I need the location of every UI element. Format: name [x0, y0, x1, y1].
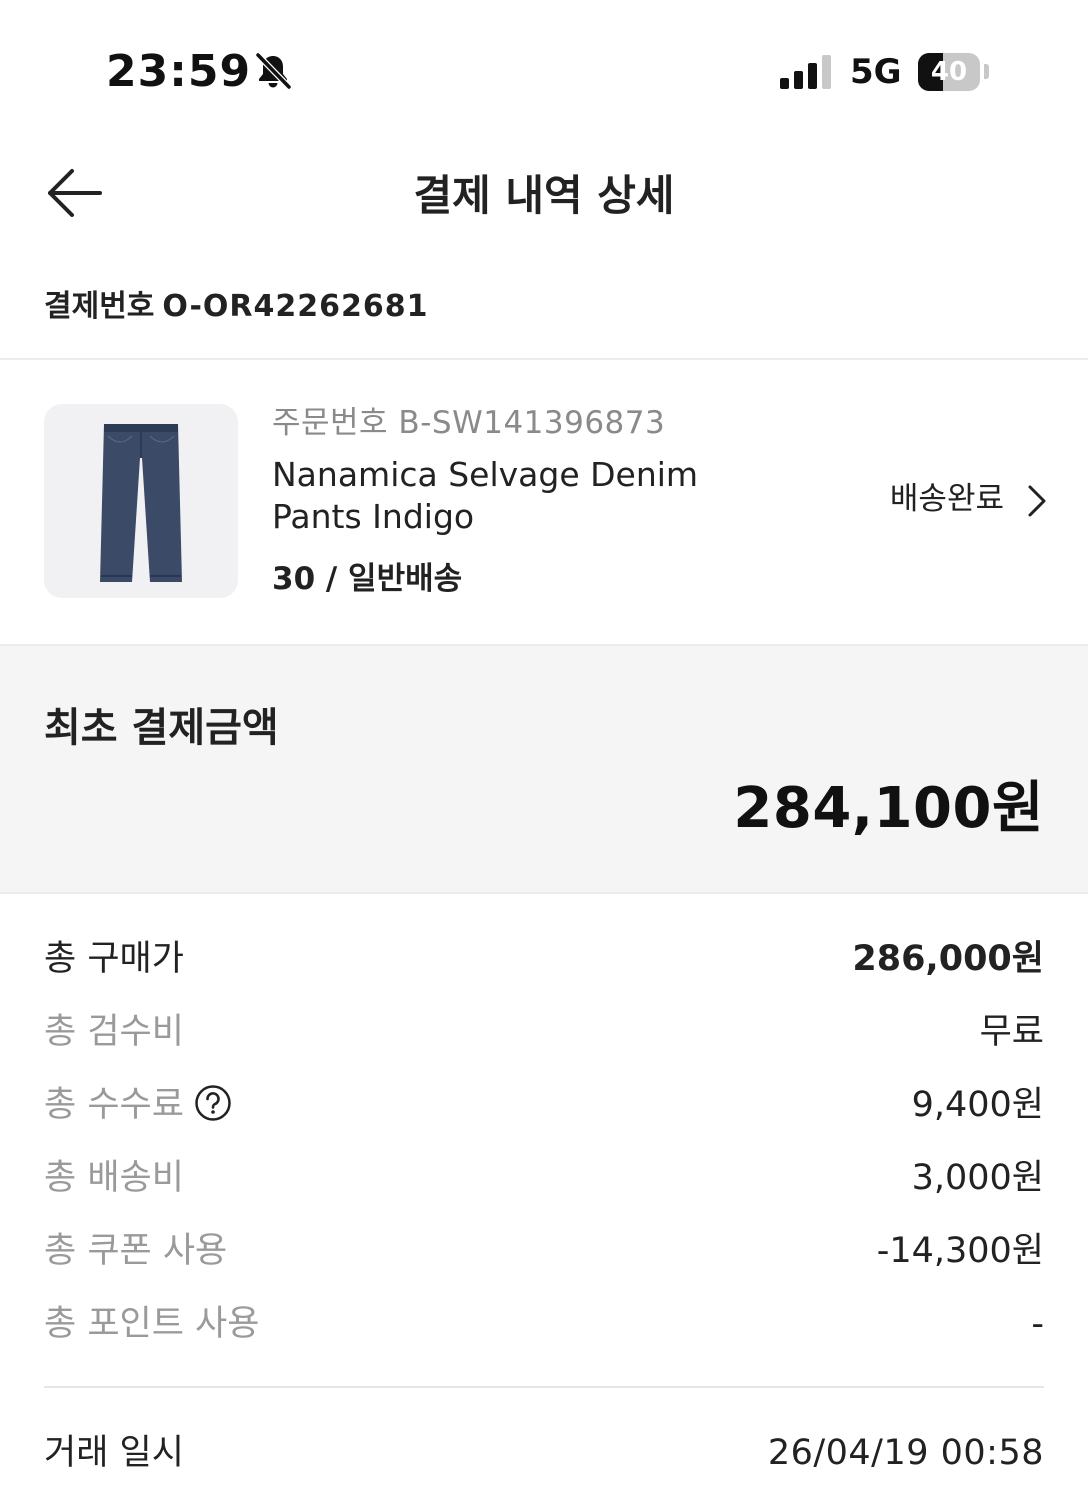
breakdown-value: - [1031, 1304, 1044, 1344]
product-card[interactable]: 주문번호 B-SW141396873 Nanamica Selvage Deni… [0, 360, 1088, 643]
product-name: Nanamica Selvage Denim Pants Indigo [272, 455, 699, 536]
network-label: 5G [850, 52, 902, 92]
order-number: 주문번호 B-SW141396873 [272, 405, 666, 441]
transaction-datetime-row: 거래 일시 26/04/19 00:58 [44, 1428, 1044, 1478]
page-title: 결제 내역 상세 [413, 171, 675, 220]
breakdown-row-commission: 총 수수료 9,400원 [44, 1080, 1044, 1130]
product-option: 30 / 일반배송 [272, 561, 463, 597]
breakdown-value: -14,300원 [876, 1231, 1044, 1271]
battery-percent: 40 [930, 57, 968, 87]
breakdown-label: 총 포인트 사용 [44, 1304, 260, 1344]
initial-payment-section: 최초 결제금액 284,100원 [0, 644, 1088, 894]
breakdown-label: 총 검수비 [44, 1012, 184, 1052]
status-time: 23:59 [106, 46, 252, 97]
breakdown-label: 총 수수료 [44, 1085, 184, 1125]
breakdown-label-wrap: 총 수수료 [44, 1080, 232, 1130]
payment-number-label: 결제번호 [44, 289, 155, 324]
breakdown-row-points: 총 포인트 사용 - [44, 1299, 1044, 1349]
payment-detail-page: 23:59 5G 40 결제 내역 상세 결제번호 O-OR42262681 주… [0, 0, 1088, 1500]
initial-payment-amount: 284,100원 [733, 776, 1044, 841]
initial-payment-label: 최초 결제금액 [44, 705, 279, 751]
battery-cap [984, 64, 989, 79]
signal-icon [780, 55, 831, 89]
battery-icon: 40 [918, 53, 980, 91]
chevron-right-icon [1028, 485, 1046, 517]
breakdown-label: 총 구매가 [44, 939, 184, 979]
product-image [44, 404, 238, 598]
breakdown-row-shipping: 총 배송비 3,000원 [44, 1153, 1044, 1203]
transaction-value: 26/04/19 00:58 [767, 1433, 1044, 1473]
header: 결제 내역 상세 [0, 140, 1088, 250]
breakdown-row-inspection-fee: 총 검수비 무료 [44, 1007, 1044, 1057]
breakdown-value: 3,000원 [911, 1158, 1044, 1198]
denim-pants-image [100, 424, 182, 582]
breakdown-row-total-purchase: 총 구매가 286,000원 [44, 934, 1044, 984]
transaction-label: 거래 일시 [44, 1433, 184, 1473]
status-bar: 23:59 5G 40 [0, 0, 1088, 130]
breakdown-row-coupon: 총 쿠폰 사용 -14,300원 [44, 1226, 1044, 1276]
breakdown-value: 무료 [979, 1012, 1044, 1052]
delivery-status[interactable]: 배송완료 [890, 478, 1004, 520]
divider [44, 1386, 1044, 1388]
breakdown-label: 총 배송비 [44, 1158, 184, 1198]
bell-muted-icon [255, 52, 292, 90]
breakdown-value: 286,000원 [852, 939, 1044, 979]
breakdown-label: 총 쿠폰 사용 [44, 1231, 228, 1271]
breakdown-value: 9,400원 [911, 1085, 1044, 1125]
payment-number: 결제번호 O-OR42262681 [44, 286, 429, 328]
help-icon[interactable] [194, 1084, 232, 1122]
payment-number-value: O-OR42262681 [162, 289, 429, 324]
